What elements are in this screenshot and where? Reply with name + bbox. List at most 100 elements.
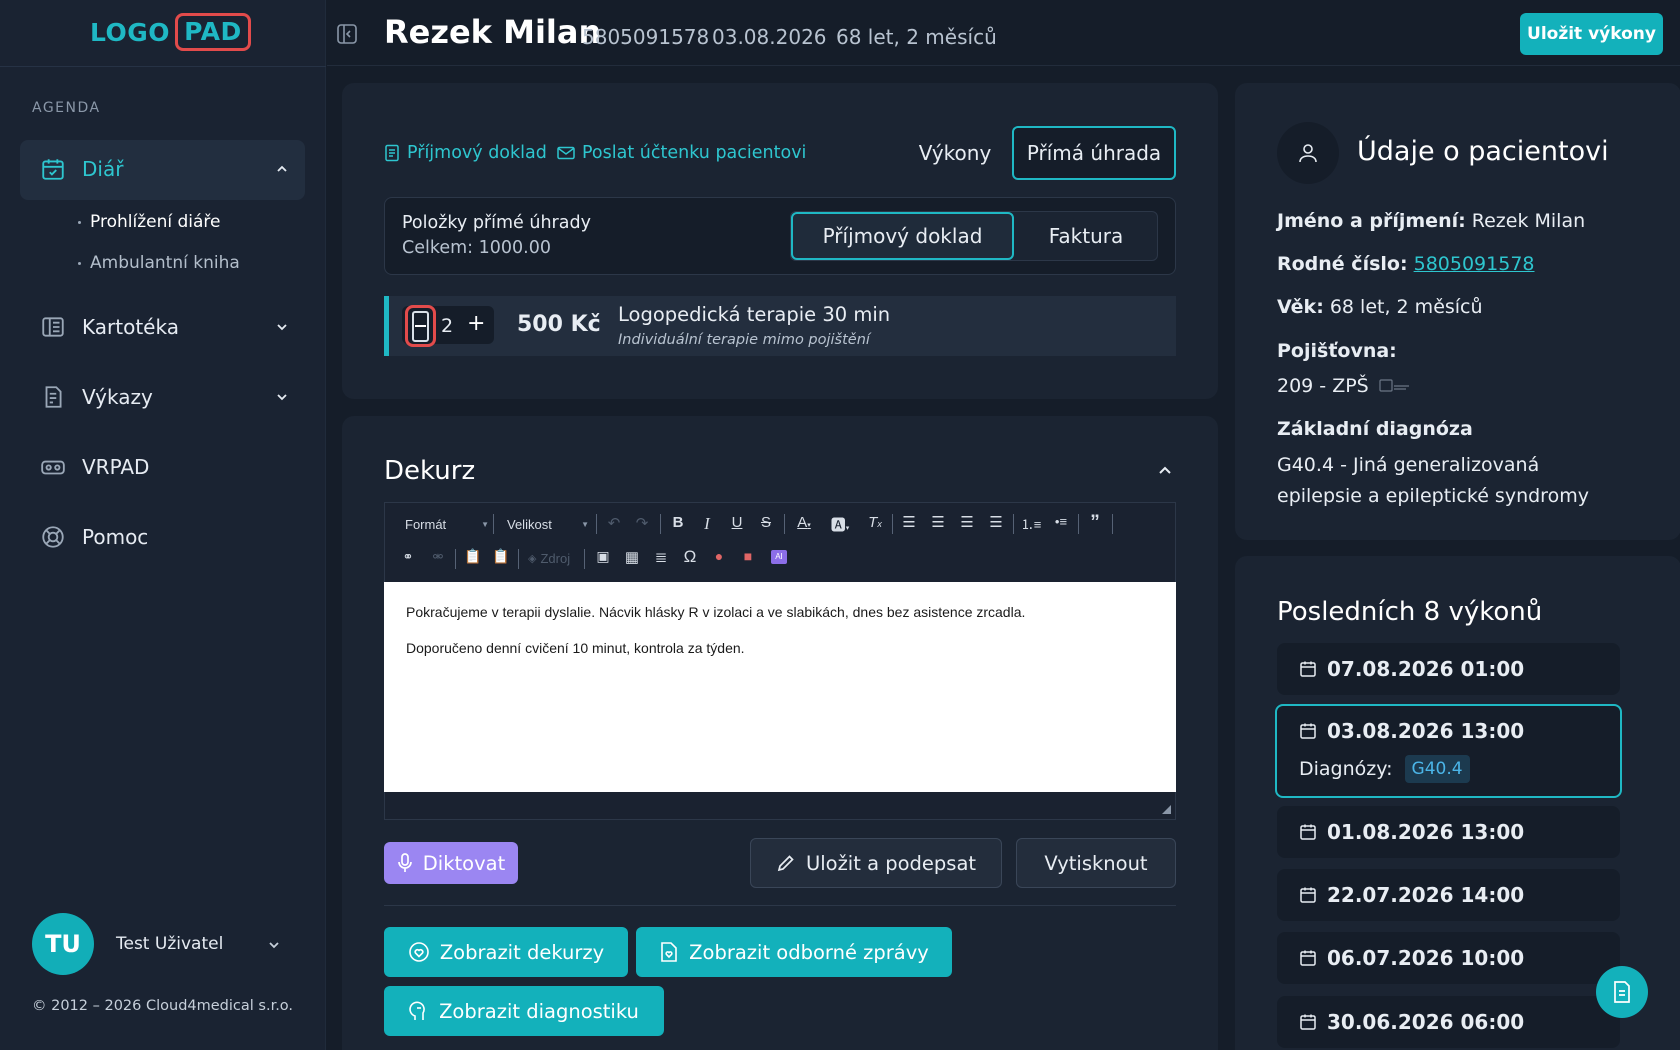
- sidebar-item-diar[interactable]: Diář: [40, 156, 290, 182]
- header-date: 03.08.2026: [712, 25, 827, 49]
- dictate-button[interactable]: Diktovat: [384, 842, 518, 884]
- patient-name-field: Jméno a příjmení: Rezek Milan: [1277, 210, 1585, 232]
- floating-document-button[interactable]: [1596, 966, 1648, 1018]
- lifebuoy-icon: [42, 526, 64, 548]
- recent-visits-title: Posledních 8 výkonů: [1277, 597, 1543, 627]
- quantity-value[interactable]: 2: [441, 315, 453, 337]
- show-reports-button[interactable]: Zobrazit odborné zprávy: [636, 927, 952, 977]
- resize-handle-icon[interactable]: [1160, 803, 1172, 815]
- source-button[interactable]: ◈ Zdroj: [528, 551, 570, 566]
- editor-content[interactable]: Pokračujeme v terapii dyslalie. Nácvik h…: [384, 582, 1176, 792]
- logo-text-left: LOGO: [90, 17, 171, 47]
- patient-insurer-label: Pojišťovna:: [1277, 340, 1397, 362]
- toolbar-separator: [596, 514, 597, 534]
- visit-item[interactable]: 06.07.2026 10:00: [1277, 932, 1620, 984]
- sidebar-item-label: Výkazy: [82, 385, 153, 409]
- show-dekurz-button[interactable]: Zobrazit dekurzy: [384, 927, 628, 977]
- receipt-link[interactable]: Příjmový doklad: [384, 143, 547, 163]
- size-select-label: Velikost: [507, 517, 552, 532]
- size-select[interactable]: Velikost ▼: [507, 517, 589, 532]
- insurance-card-icon: [1379, 379, 1409, 392]
- bold-icon[interactable]: B: [668, 514, 688, 531]
- toolbar-separator: [892, 514, 893, 534]
- sidebar-subitem-label: Ambulantní kniha: [90, 253, 240, 273]
- save-sign-button[interactable]: Uložit a podepsat: [750, 838, 1002, 888]
- strikethrough-icon[interactable]: S: [756, 514, 776, 531]
- italic-icon[interactable]: I: [697, 514, 717, 534]
- sidebar-item-vykazy[interactable]: Výkazy: [40, 384, 290, 410]
- image-icon[interactable]: ▣: [592, 548, 614, 565]
- text-color-icon[interactable]: A▾: [790, 514, 818, 531]
- bg-color-icon[interactable]: 🅰▾: [826, 514, 854, 535]
- calendar-icon: [1300, 824, 1316, 840]
- copyright: © 2012 – 2026 Cloud4medical s.r.o.: [32, 998, 294, 1014]
- microphone-icon: [397, 853, 412, 872]
- tab-direct-payment[interactable]: Přímá úhrada: [1012, 126, 1176, 180]
- redo-icon[interactable]: ↷: [632, 514, 652, 532]
- bullet-list-icon[interactable]: •≡: [1050, 514, 1072, 529]
- show-diagnostics-button[interactable]: Zobrazit diagnostiku: [384, 986, 664, 1036]
- toolbar-separator: [518, 549, 519, 569]
- vr-headset-icon: [41, 460, 65, 475]
- toolbar-separator: [493, 514, 494, 534]
- format-select[interactable]: Formát ▼: [405, 517, 489, 532]
- user-menu[interactable]: TU Test Uživatel: [32, 913, 282, 975]
- item-description: Individuální terapie mimo pojištění: [618, 332, 870, 348]
- ai-icon[interactable]: AI: [771, 550, 787, 564]
- save-sign-button-label: Uložit a podepsat: [805, 851, 977, 875]
- align-justify-icon[interactable]: ☰: [985, 513, 1007, 531]
- send-receipt-link-label: Poslat účtenku pacientovi: [582, 143, 807, 163]
- item-price: 500 Kč: [517, 312, 601, 337]
- table-icon[interactable]: ▦: [621, 548, 643, 566]
- increase-quantity-button[interactable]: +: [467, 311, 485, 336]
- sidebar-item-kartoteka[interactable]: Kartotéka: [40, 314, 290, 340]
- special-char-icon[interactable]: Ω: [679, 547, 701, 567]
- show-reports-button-label: Zobrazit odborné zprávy: [689, 940, 929, 964]
- save-services-button[interactable]: Uložit výkony: [1520, 13, 1663, 55]
- visit-item[interactable]: 01.08.2026 13:00: [1277, 806, 1620, 858]
- print-button[interactable]: Vytisknout: [1016, 838, 1176, 888]
- numbered-list-icon[interactable]: ⒈≡: [1020, 514, 1042, 533]
- align-center-icon[interactable]: ☰: [927, 513, 949, 531]
- birth-number-link[interactable]: 5805091578: [1414, 253, 1535, 275]
- visit-item[interactable]: 07.08.2026 01:00: [1277, 643, 1620, 695]
- visit-item[interactable]: 22.07.2026 14:00: [1277, 869, 1620, 921]
- doc-invoice-toggle[interactable]: Faktura: [1016, 212, 1156, 260]
- align-right-icon[interactable]: ☰: [956, 513, 978, 531]
- sidebar-divider: [0, 66, 326, 67]
- doc-receipt-toggle[interactable]: Příjmový doklad: [791, 212, 1014, 260]
- comment-icon[interactable]: ●: [708, 548, 730, 564]
- bullet: [78, 220, 81, 224]
- align-left-icon[interactable]: ☰: [898, 513, 920, 531]
- caret-down-icon: ▼: [481, 520, 489, 529]
- sidebar-item-pomoc[interactable]: Pomoc: [40, 524, 290, 550]
- field-value: G40.4 - Jiná generalizovaná: [1277, 454, 1540, 476]
- decrease-quantity-button[interactable]: [405, 305, 436, 347]
- logo[interactable]: LOGO PAD: [90, 13, 251, 51]
- sidebar-collapse-icon[interactable]: [335, 22, 359, 46]
- sidebar-item-vrpad[interactable]: VRPAD: [40, 454, 290, 480]
- send-receipt-link[interactable]: Poslat účtenku pacientovi: [557, 143, 806, 163]
- blockquote-icon[interactable]: ”: [1084, 512, 1106, 534]
- visit-item-selected[interactable]: 03.08.2026 13:00 Diagnózy: G40.4: [1275, 704, 1622, 798]
- remove-format-icon[interactable]: Tx: [864, 514, 886, 531]
- underline-icon[interactable]: U: [727, 514, 747, 531]
- tab-services[interactable]: Výkony: [900, 126, 1010, 180]
- sidebar-subitem-ambulantni[interactable]: Ambulantní kniha: [78, 253, 240, 273]
- horizontal-line-icon[interactable]: ≣: [650, 548, 672, 566]
- field-label: Věk:: [1277, 296, 1324, 318]
- sidebar-subitem-prohlizeni[interactable]: Prohlížení diáře: [78, 212, 220, 232]
- sidebar-subitem-label: Prohlížení diáře: [90, 212, 221, 232]
- visit-item[interactable]: 30.06.2026 06:00: [1277, 996, 1620, 1048]
- template-icon[interactable]: ■: [737, 548, 759, 564]
- patient-insurer-field: 209 - ZPŠ: [1277, 375, 1411, 397]
- unlink-icon[interactable]: ⚮: [426, 549, 450, 565]
- paste-icon[interactable]: 📋: [462, 548, 484, 565]
- sidebar-section-title: AGENDA: [32, 100, 101, 116]
- undo-icon[interactable]: ↶: [604, 514, 624, 532]
- visit-header: 03.08.2026 13:00: [1299, 719, 1524, 743]
- paste-text-icon[interactable]: 📋: [490, 548, 512, 565]
- link-icon[interactable]: ⚭: [396, 549, 420, 565]
- mail-icon: [557, 146, 575, 160]
- chevron-up-icon[interactable]: [1156, 462, 1174, 480]
